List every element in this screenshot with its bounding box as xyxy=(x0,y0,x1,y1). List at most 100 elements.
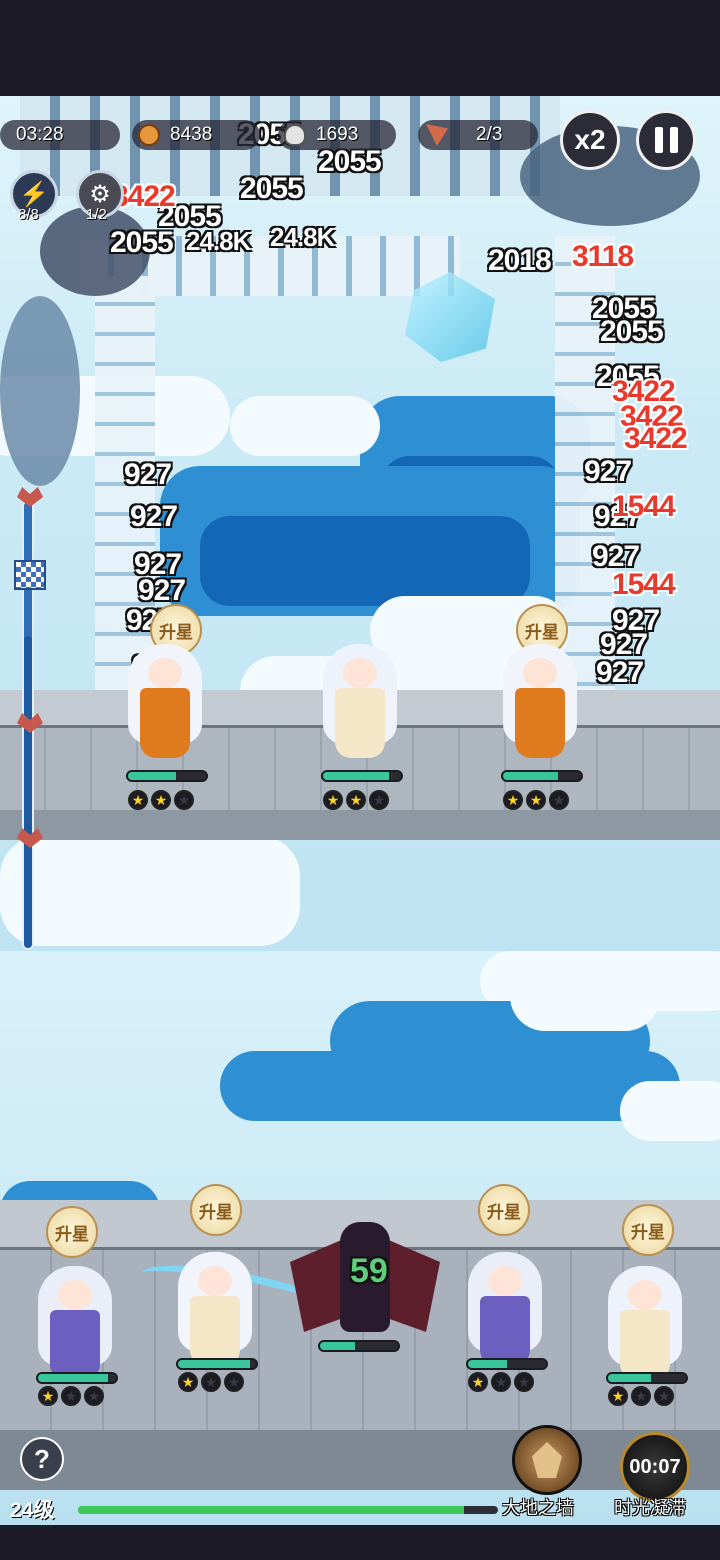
hero-hp-bar xyxy=(466,1358,548,1370)
hero-face xyxy=(628,1280,662,1310)
time-freeze-cooldown: 00:07 xyxy=(629,1455,681,1478)
star-icon: ★ xyxy=(323,790,343,810)
help-button[interactable]: ? xyxy=(20,1437,64,1481)
hero-face xyxy=(523,658,557,688)
white-priestess-hero[interactable] xyxy=(305,640,415,780)
pause-button[interactable] xyxy=(636,110,696,170)
hero-star-rating: ★ ★ ★ xyxy=(608,1386,674,1406)
earth-wall-icon xyxy=(532,1442,562,1478)
hero-hp-bar xyxy=(176,1358,258,1370)
damage-number-crit: 1544 xyxy=(612,490,676,523)
pause-icon xyxy=(654,127,678,153)
star-icon: ★ xyxy=(608,1386,628,1406)
fox-staff-girl-2-hero[interactable] xyxy=(485,640,595,780)
demon-counter: 59 xyxy=(350,1252,388,1290)
hero-face xyxy=(198,1266,232,1296)
wall-base xyxy=(0,810,720,840)
star-icon: ★ xyxy=(526,790,546,810)
damage-number-crit: 3422 xyxy=(624,422,688,455)
checkpoint-flag-icon xyxy=(14,560,46,590)
fox-staff-girl-hero[interactable] xyxy=(110,640,220,780)
upgrade-label: 升星 xyxy=(487,1202,521,1222)
hero-hp-fill xyxy=(468,1360,507,1368)
damage-number: 2055 xyxy=(318,145,382,178)
earth-wall-button[interactable] xyxy=(512,1425,582,1495)
hero-hp-fill xyxy=(128,772,177,780)
hero-outfit xyxy=(50,1310,100,1380)
star-icon: ★ xyxy=(654,1386,674,1406)
hero-hp-bar xyxy=(321,770,403,782)
star-icon: ★ xyxy=(151,790,171,810)
star-icon: ★ xyxy=(224,1372,244,1392)
star-icon: ★ xyxy=(549,790,569,810)
damage-number: 2055 xyxy=(240,172,304,205)
wave-icon xyxy=(426,124,448,146)
star-icon: ★ xyxy=(369,790,389,810)
xp-progress-fill xyxy=(78,1506,465,1514)
hero-outfit xyxy=(190,1296,240,1366)
cloud xyxy=(220,1051,680,1121)
hero-star-rating: ★ ★ ★ xyxy=(38,1386,104,1406)
hero-outfit xyxy=(620,1310,670,1380)
hero-outfit xyxy=(140,688,190,758)
star-icon: ★ xyxy=(174,790,194,810)
damage-number: 2055 xyxy=(600,315,664,348)
cloud xyxy=(620,1081,720,1141)
star-icon: ★ xyxy=(84,1386,104,1406)
damage-number: 927 xyxy=(124,458,172,491)
hero-star-rating: ★ ★ ★ xyxy=(468,1372,534,1392)
hero-outfit xyxy=(515,688,565,758)
gear-icon: ⚙ xyxy=(89,180,111,208)
upgrade-label: 升星 xyxy=(55,1224,89,1244)
upgrade-label: 升星 xyxy=(159,622,193,642)
hero-hp-fill xyxy=(503,772,558,780)
damage-number: 927 xyxy=(596,656,644,689)
hero-face xyxy=(343,658,377,688)
gear-skill-count: 1/2 xyxy=(86,206,107,223)
star-icon: ★ xyxy=(491,1372,511,1392)
xp-progress-track xyxy=(78,1506,498,1514)
hero-outfit xyxy=(480,1296,530,1366)
hero-hp-bar xyxy=(36,1372,118,1384)
cloud xyxy=(230,396,380,456)
star-icon: ★ xyxy=(514,1372,534,1392)
star-icon: ★ xyxy=(38,1386,58,1406)
coin-icon xyxy=(138,124,160,146)
damage-number: 927 xyxy=(130,500,178,533)
coin-count: 8438 xyxy=(170,124,213,145)
star-icon: ★ xyxy=(201,1372,221,1392)
star-icon: ★ xyxy=(61,1386,81,1406)
damage-number: 927 xyxy=(138,574,186,607)
hero-star-rating: ★ ★ ★ xyxy=(323,790,389,810)
upgrade-star-button[interactable]: 升星 xyxy=(622,1204,674,1256)
time-freeze-button[interactable]: 00:07 xyxy=(620,1432,690,1502)
timer-panel: 03:28 xyxy=(0,120,120,150)
cloud xyxy=(200,516,530,606)
player-level: 24级 xyxy=(10,1499,55,1522)
speed-button[interactable]: x2 xyxy=(560,110,620,170)
hero-hp-fill xyxy=(178,1360,250,1368)
wave-panel: 2/3 xyxy=(418,120,538,150)
hero-hp-bar xyxy=(126,770,208,782)
star-icon: ★ xyxy=(631,1386,651,1406)
upgrade-star-button[interactable]: 升星 xyxy=(478,1184,530,1236)
star-icon: ★ xyxy=(178,1372,198,1392)
earth-wall-label: 大地之墙 xyxy=(502,1498,574,1518)
hero-hp-fill xyxy=(38,1374,109,1382)
hero-hp-bar xyxy=(606,1372,688,1384)
wave-counter: 2/3 xyxy=(476,124,503,145)
upgrade-label: 升星 xyxy=(525,622,559,642)
wall-floor xyxy=(0,1430,720,1490)
bottom-letterbox xyxy=(0,1525,720,1560)
upgrade-star-button[interactable]: 升星 xyxy=(46,1206,98,1258)
star-icon: ★ xyxy=(128,790,148,810)
hero-hp-fill xyxy=(323,772,390,780)
upgrade-star-button[interactable]: 升星 xyxy=(190,1184,242,1236)
damage-number: 2018 xyxy=(488,244,552,277)
damage-number-crit: 1544 xyxy=(612,568,676,601)
star-icon: ★ xyxy=(468,1372,488,1392)
time-freeze-label: 时光凝滞 xyxy=(614,1498,686,1518)
hero-star-rating: ★ ★ ★ xyxy=(503,790,569,810)
hero-outfit xyxy=(335,688,385,758)
wave-progress-fill xyxy=(24,635,32,948)
